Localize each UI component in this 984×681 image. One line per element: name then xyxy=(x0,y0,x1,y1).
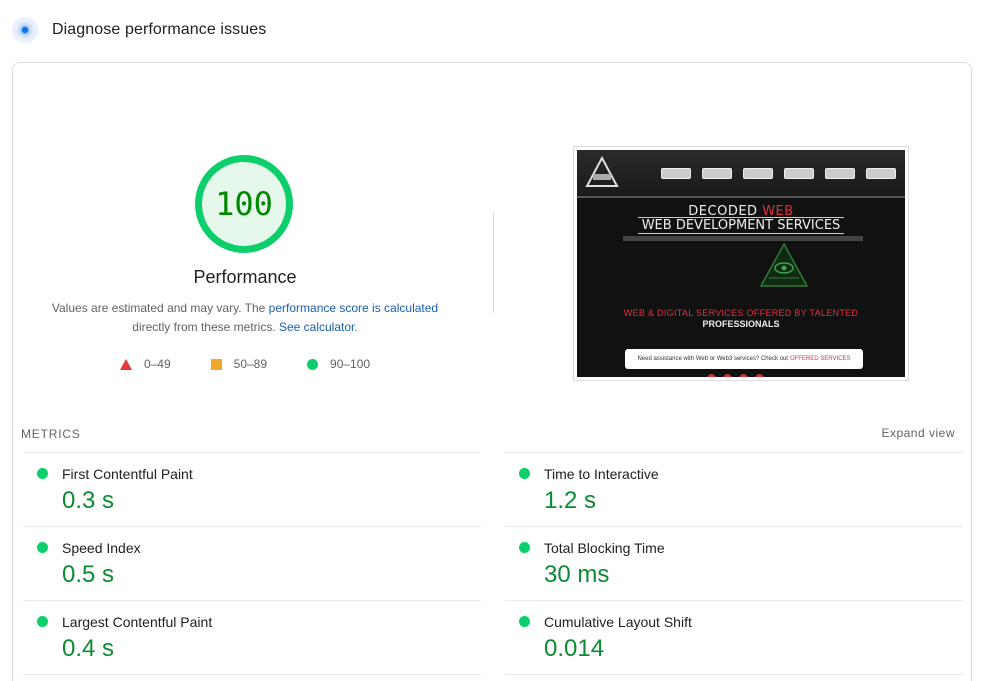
note-text-before: Values are estimated and may vary. The xyxy=(51,301,269,315)
note-text-after: . xyxy=(354,320,358,334)
metric-first-contentful-paint: First Contentful Paint 0.3 s xyxy=(23,452,481,526)
score-legend: 0–49 50–89 90–100 xyxy=(13,357,477,371)
metrics-label: METRICS xyxy=(21,427,81,441)
green-circle-icon xyxy=(519,468,530,479)
metrics-bottom-rule xyxy=(505,674,963,675)
pyramid-eye-icon xyxy=(759,242,809,287)
green-circle-icon xyxy=(519,542,530,553)
thumb-nav xyxy=(661,168,905,179)
green-circle-icon xyxy=(307,358,319,370)
green-circle-icon xyxy=(37,542,48,553)
orange-square-icon xyxy=(210,358,222,370)
green-circle-icon xyxy=(37,468,48,479)
section-header: Diagnose performance issues xyxy=(12,16,266,44)
section-title: Diagnose performance issues xyxy=(52,21,267,38)
green-circle-icon xyxy=(37,616,48,627)
note-text-middle: directly from these metrics. xyxy=(132,320,279,334)
score-calculated-link[interactable]: performance score is calculated xyxy=(269,301,438,315)
metric-title: Speed Index xyxy=(62,540,141,556)
site-logo-icon xyxy=(585,156,619,187)
metric-value: 0.3 s xyxy=(62,487,115,514)
metric-value: 1.2 s xyxy=(544,487,597,514)
metric-title: Total Blocking Time xyxy=(544,540,665,556)
metric-cumulative-layout-shift: Cumulative Layout Shift 0.014 xyxy=(505,600,963,674)
vertical-divider xyxy=(493,213,494,313)
legend-average-label: 50–89 xyxy=(233,357,268,371)
red-triangle-icon xyxy=(119,358,132,370)
metric-title: Largest Contentful Paint xyxy=(62,614,213,630)
thumb-cta: Need assistance with Web or Web3 service… xyxy=(625,349,863,369)
thumb-cta-link: OFFERED SERVICES xyxy=(789,356,851,362)
screenshot-image: DECODED WEB WEB DEVELOPMENT SERVICES WEB… xyxy=(577,150,905,377)
green-circle-icon xyxy=(519,616,530,627)
thumb-cta-text: Need assistance with Web or Web3 service… xyxy=(637,356,788,362)
legend-pass-label: 90–100 xyxy=(330,357,371,371)
final-screenshot[interactable]: DECODED WEB WEB DEVELOPMENT SERVICES WEB… xyxy=(573,146,909,381)
performance-title: Performance xyxy=(193,267,297,287)
performance-score-gauge[interactable]: 100 xyxy=(195,155,293,253)
thumb-subheading: WEB DEVELOPMENT SERVICES xyxy=(577,217,905,234)
score-value: 100 xyxy=(215,185,273,223)
legend-average: 50–89 xyxy=(210,357,268,371)
metric-value: 0.4 s xyxy=(62,635,115,662)
lighthouse-diagnose-icon xyxy=(12,17,38,43)
legend-fail: 0–49 xyxy=(119,357,171,371)
metric-speed-index: Speed Index 0.5 s xyxy=(23,526,481,600)
metrics-bottom-rule xyxy=(23,674,481,675)
metric-value: 30 ms xyxy=(544,561,610,588)
thumb-subheading-text: WEB DEVELOPMENT SERVICES xyxy=(637,217,845,234)
performance-note: Values are estimated and may vary. The p… xyxy=(43,299,447,337)
thumb-tagline-2: PROFESSIONALS xyxy=(702,319,780,329)
metric-title: Cumulative Layout Shift xyxy=(544,614,692,630)
expand-view-toggle[interactable]: Expand view xyxy=(881,426,955,440)
metric-time-to-interactive: Time to Interactive 1.2 s xyxy=(505,452,963,526)
thumb-social-icons xyxy=(707,374,771,377)
thumb-site-header xyxy=(577,150,905,198)
performance-card: 100 Performance Values are estimated and… xyxy=(12,62,972,681)
metric-value: 0.014 xyxy=(544,635,605,662)
legend-pass: 90–100 xyxy=(307,357,370,371)
legend-fail-label: 0–49 xyxy=(143,357,171,371)
metric-title: Time to Interactive xyxy=(544,466,659,482)
metric-largest-contentful-paint: Largest Contentful Paint 0.4 s xyxy=(23,600,481,674)
thumb-tagline: WEB & DIGITAL SERVICES OFFERED BY TALENT… xyxy=(623,308,859,318)
thumb-strip xyxy=(623,236,863,241)
see-calculator-link[interactable]: See calculator xyxy=(279,320,354,334)
metric-total-blocking-time: Total Blocking Time 30 ms xyxy=(505,526,963,600)
metric-title: First Contentful Paint xyxy=(62,466,193,482)
metric-value: 0.5 s xyxy=(62,561,115,588)
